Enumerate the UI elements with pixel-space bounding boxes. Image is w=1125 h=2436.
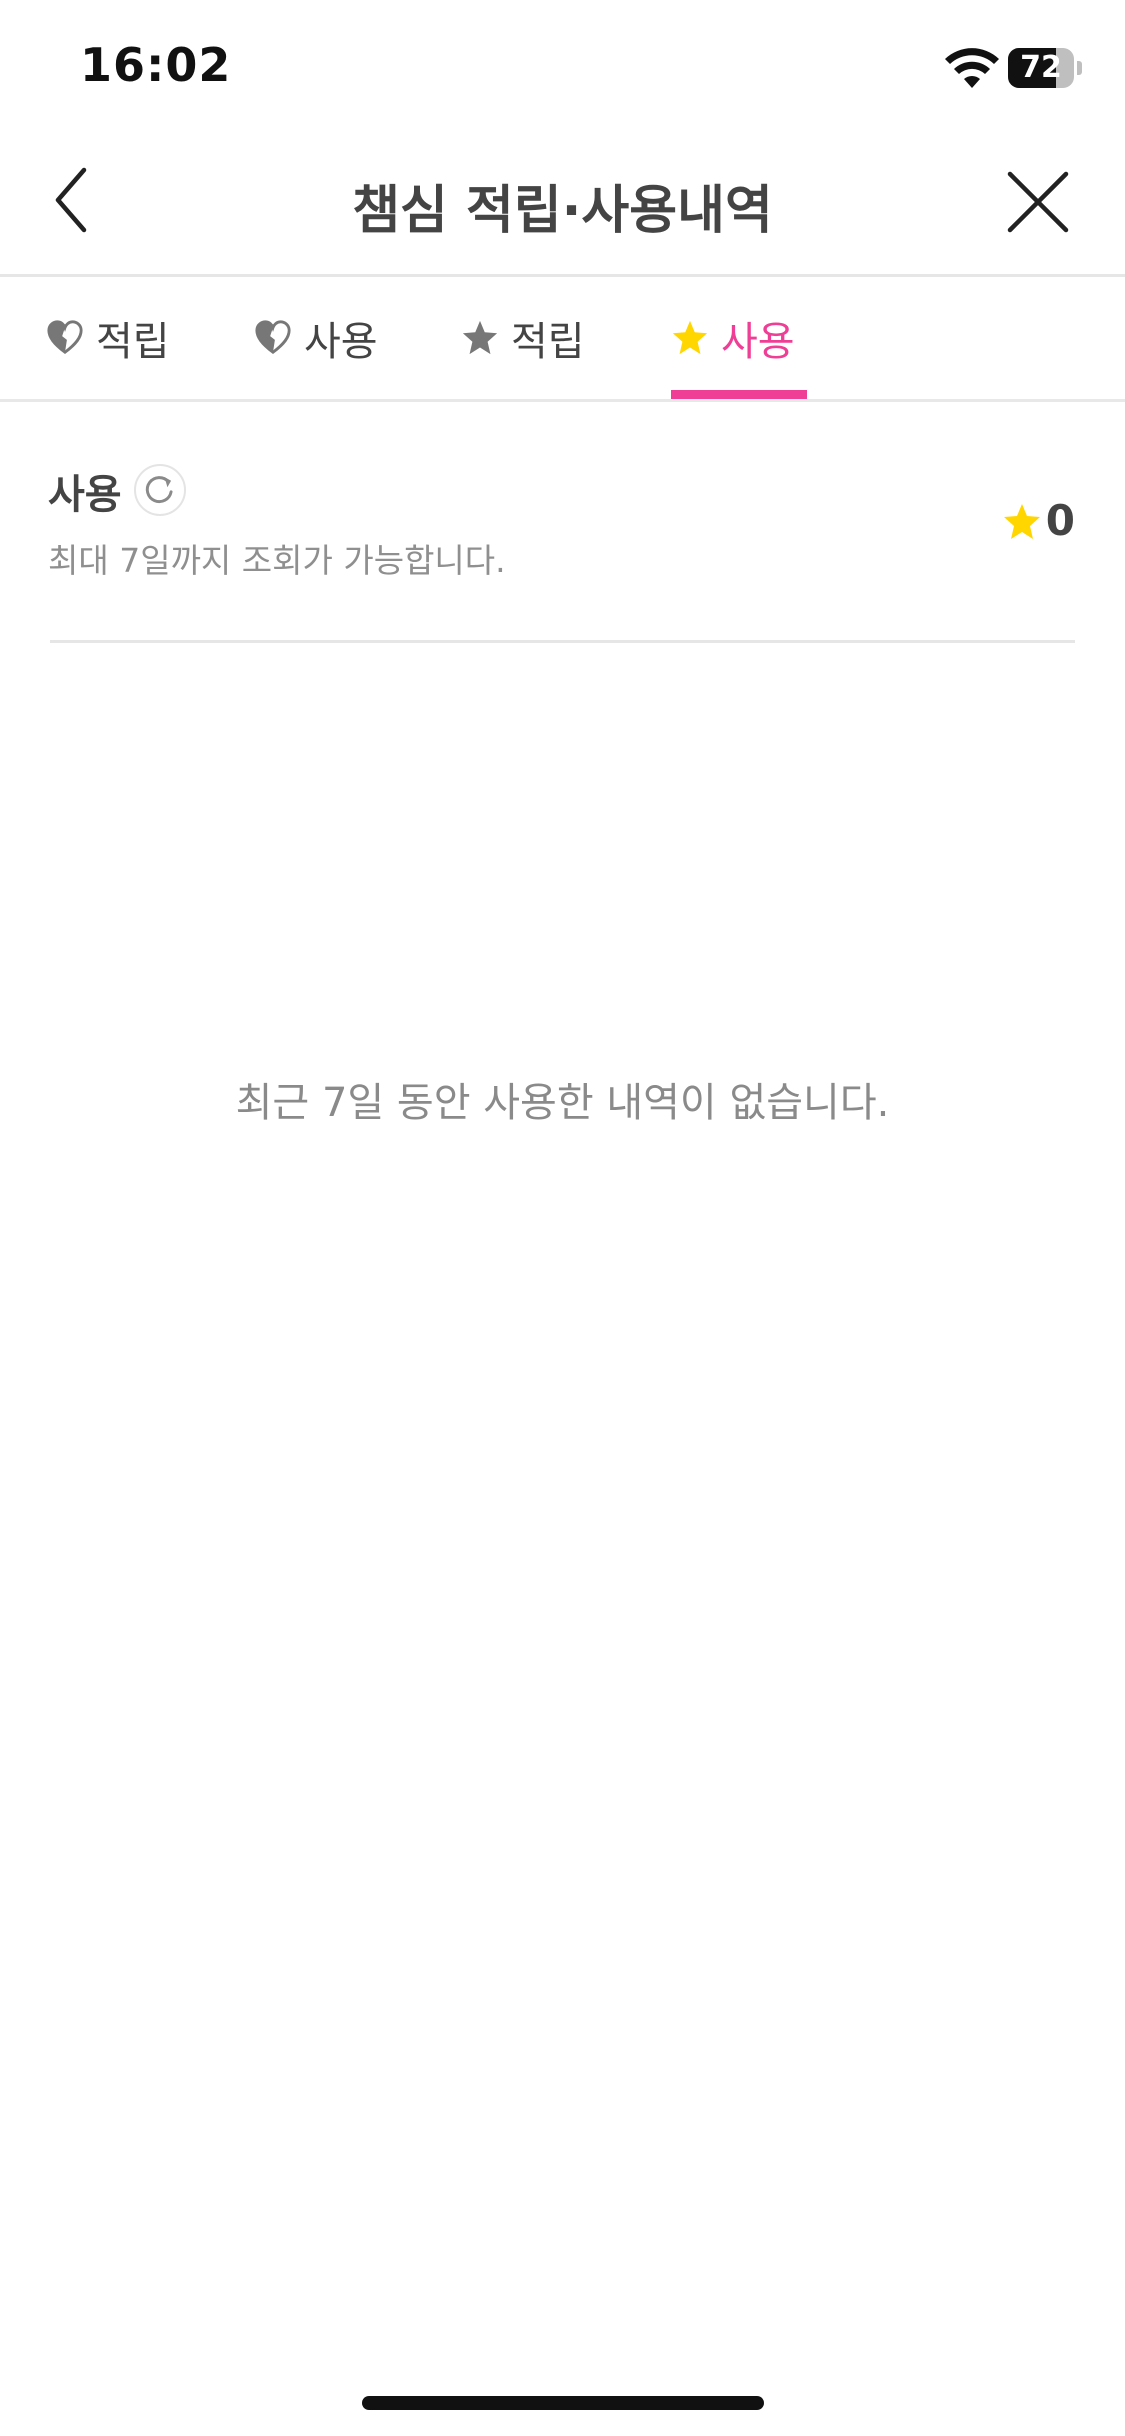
tab-bar: 적립 사용 적립 사용 xyxy=(0,277,1125,402)
star-icon xyxy=(462,320,498,355)
page-title: 챔심 적립·사용내역 xyxy=(352,181,773,241)
screen: 16:02 72 챔심 적립·사용내역 적립 사용 적립 사용 사용 최대 7일… xyxy=(0,0,1125,2436)
tab-label: 적립 xyxy=(96,319,170,365)
star-icon xyxy=(672,320,708,355)
header: 챔심 적립·사용내역 xyxy=(0,130,1125,277)
close-button[interactable] xyxy=(1002,166,1074,238)
tab-star-earn[interactable]: 적립 xyxy=(461,277,585,399)
divider xyxy=(50,640,1075,643)
home-indicator[interactable] xyxy=(362,2396,764,2410)
battery-level: 72 xyxy=(1020,50,1062,85)
summary-title: 사용 xyxy=(48,472,122,518)
status-time: 16:02 xyxy=(80,38,232,92)
empty-state-message: 최근 7일 동안 사용한 내역이 없습니다. xyxy=(235,1080,890,1126)
tab-heart-earn[interactable]: 적립 xyxy=(46,277,170,399)
summary-subtitle: 최대 7일까지 조회가 가능합니다. xyxy=(48,541,506,580)
tab-label: 사용 xyxy=(304,319,378,365)
active-tab-indicator xyxy=(671,390,807,399)
tab-label: 적립 xyxy=(511,319,585,365)
wifi-icon xyxy=(945,48,999,88)
battery-icon: 72 xyxy=(1008,48,1082,88)
star-icon xyxy=(1004,504,1040,539)
half-heart-icon xyxy=(255,320,291,355)
refresh-icon[interactable] xyxy=(134,464,186,516)
balance-value: 0 xyxy=(1045,496,1075,545)
tab-heart-use[interactable]: 사용 xyxy=(254,277,378,399)
status-bar: 16:02 72 xyxy=(0,0,1125,130)
tab-star-use[interactable]: 사용 xyxy=(671,277,795,399)
tab-label: 사용 xyxy=(721,319,795,365)
half-heart-icon xyxy=(47,320,83,355)
